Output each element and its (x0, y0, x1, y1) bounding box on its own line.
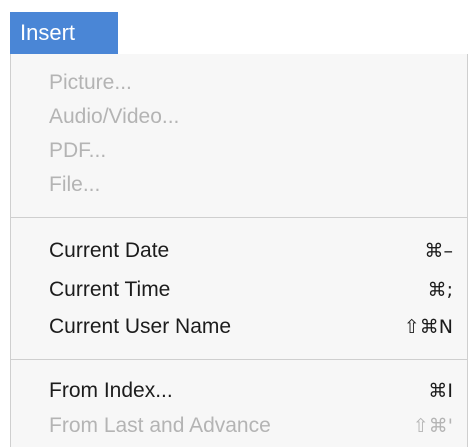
insert-menu-title[interactable]: Insert (10, 12, 118, 54)
menu-item-current-user-name[interactable]: Current User Name ⇧⌘N (11, 310, 467, 344)
menu-item-label: Current Time (49, 278, 171, 301)
menu-item-from-last-and-advance: From Last and Advance ⇧⌘' (11, 409, 467, 443)
menu-item-pdf: PDF... (11, 134, 467, 168)
menu-item-label: Picture... (49, 71, 132, 94)
menu-item-label: Current Date (49, 239, 170, 262)
menu-item-current-date[interactable]: Current Date ⌘– (11, 234, 467, 268)
menu-separator (11, 217, 467, 218)
menu-item-from-index[interactable]: From Index... ⌘I (11, 374, 467, 408)
menu-item-file: File... (11, 168, 467, 202)
menu-item-shortcut: ⇧⌘' (412, 415, 453, 437)
menu-item-label: From Index... (49, 379, 173, 402)
menu-item-audio-video: Audio/Video... (11, 100, 467, 134)
menu-item-shortcut: ⌘– (424, 240, 454, 262)
insert-menu-dropdown: Picture... Audio/Video... PDF... File...… (10, 54, 468, 447)
menu-item-picture: Picture... (11, 66, 467, 100)
menu-item-shortcut: ⇧⌘N (403, 316, 453, 338)
menu-item-label: Current User Name (49, 315, 232, 338)
menu-item-label: File... (49, 173, 101, 196)
menu-item-current-time[interactable]: Current Time ⌘; (11, 273, 467, 307)
menu-item-label: PDF... (49, 139, 107, 162)
menu-item-label: Audio/Video... (49, 105, 180, 128)
menu-separator (11, 359, 467, 360)
screen: Insert Picture... Audio/Video... PDF... … (0, 0, 473, 447)
menu-item-label: From Last and Advance (49, 414, 271, 437)
menu-item-shortcut: ⌘I (428, 380, 453, 402)
menu-item-shortcut: ⌘; (427, 279, 453, 301)
